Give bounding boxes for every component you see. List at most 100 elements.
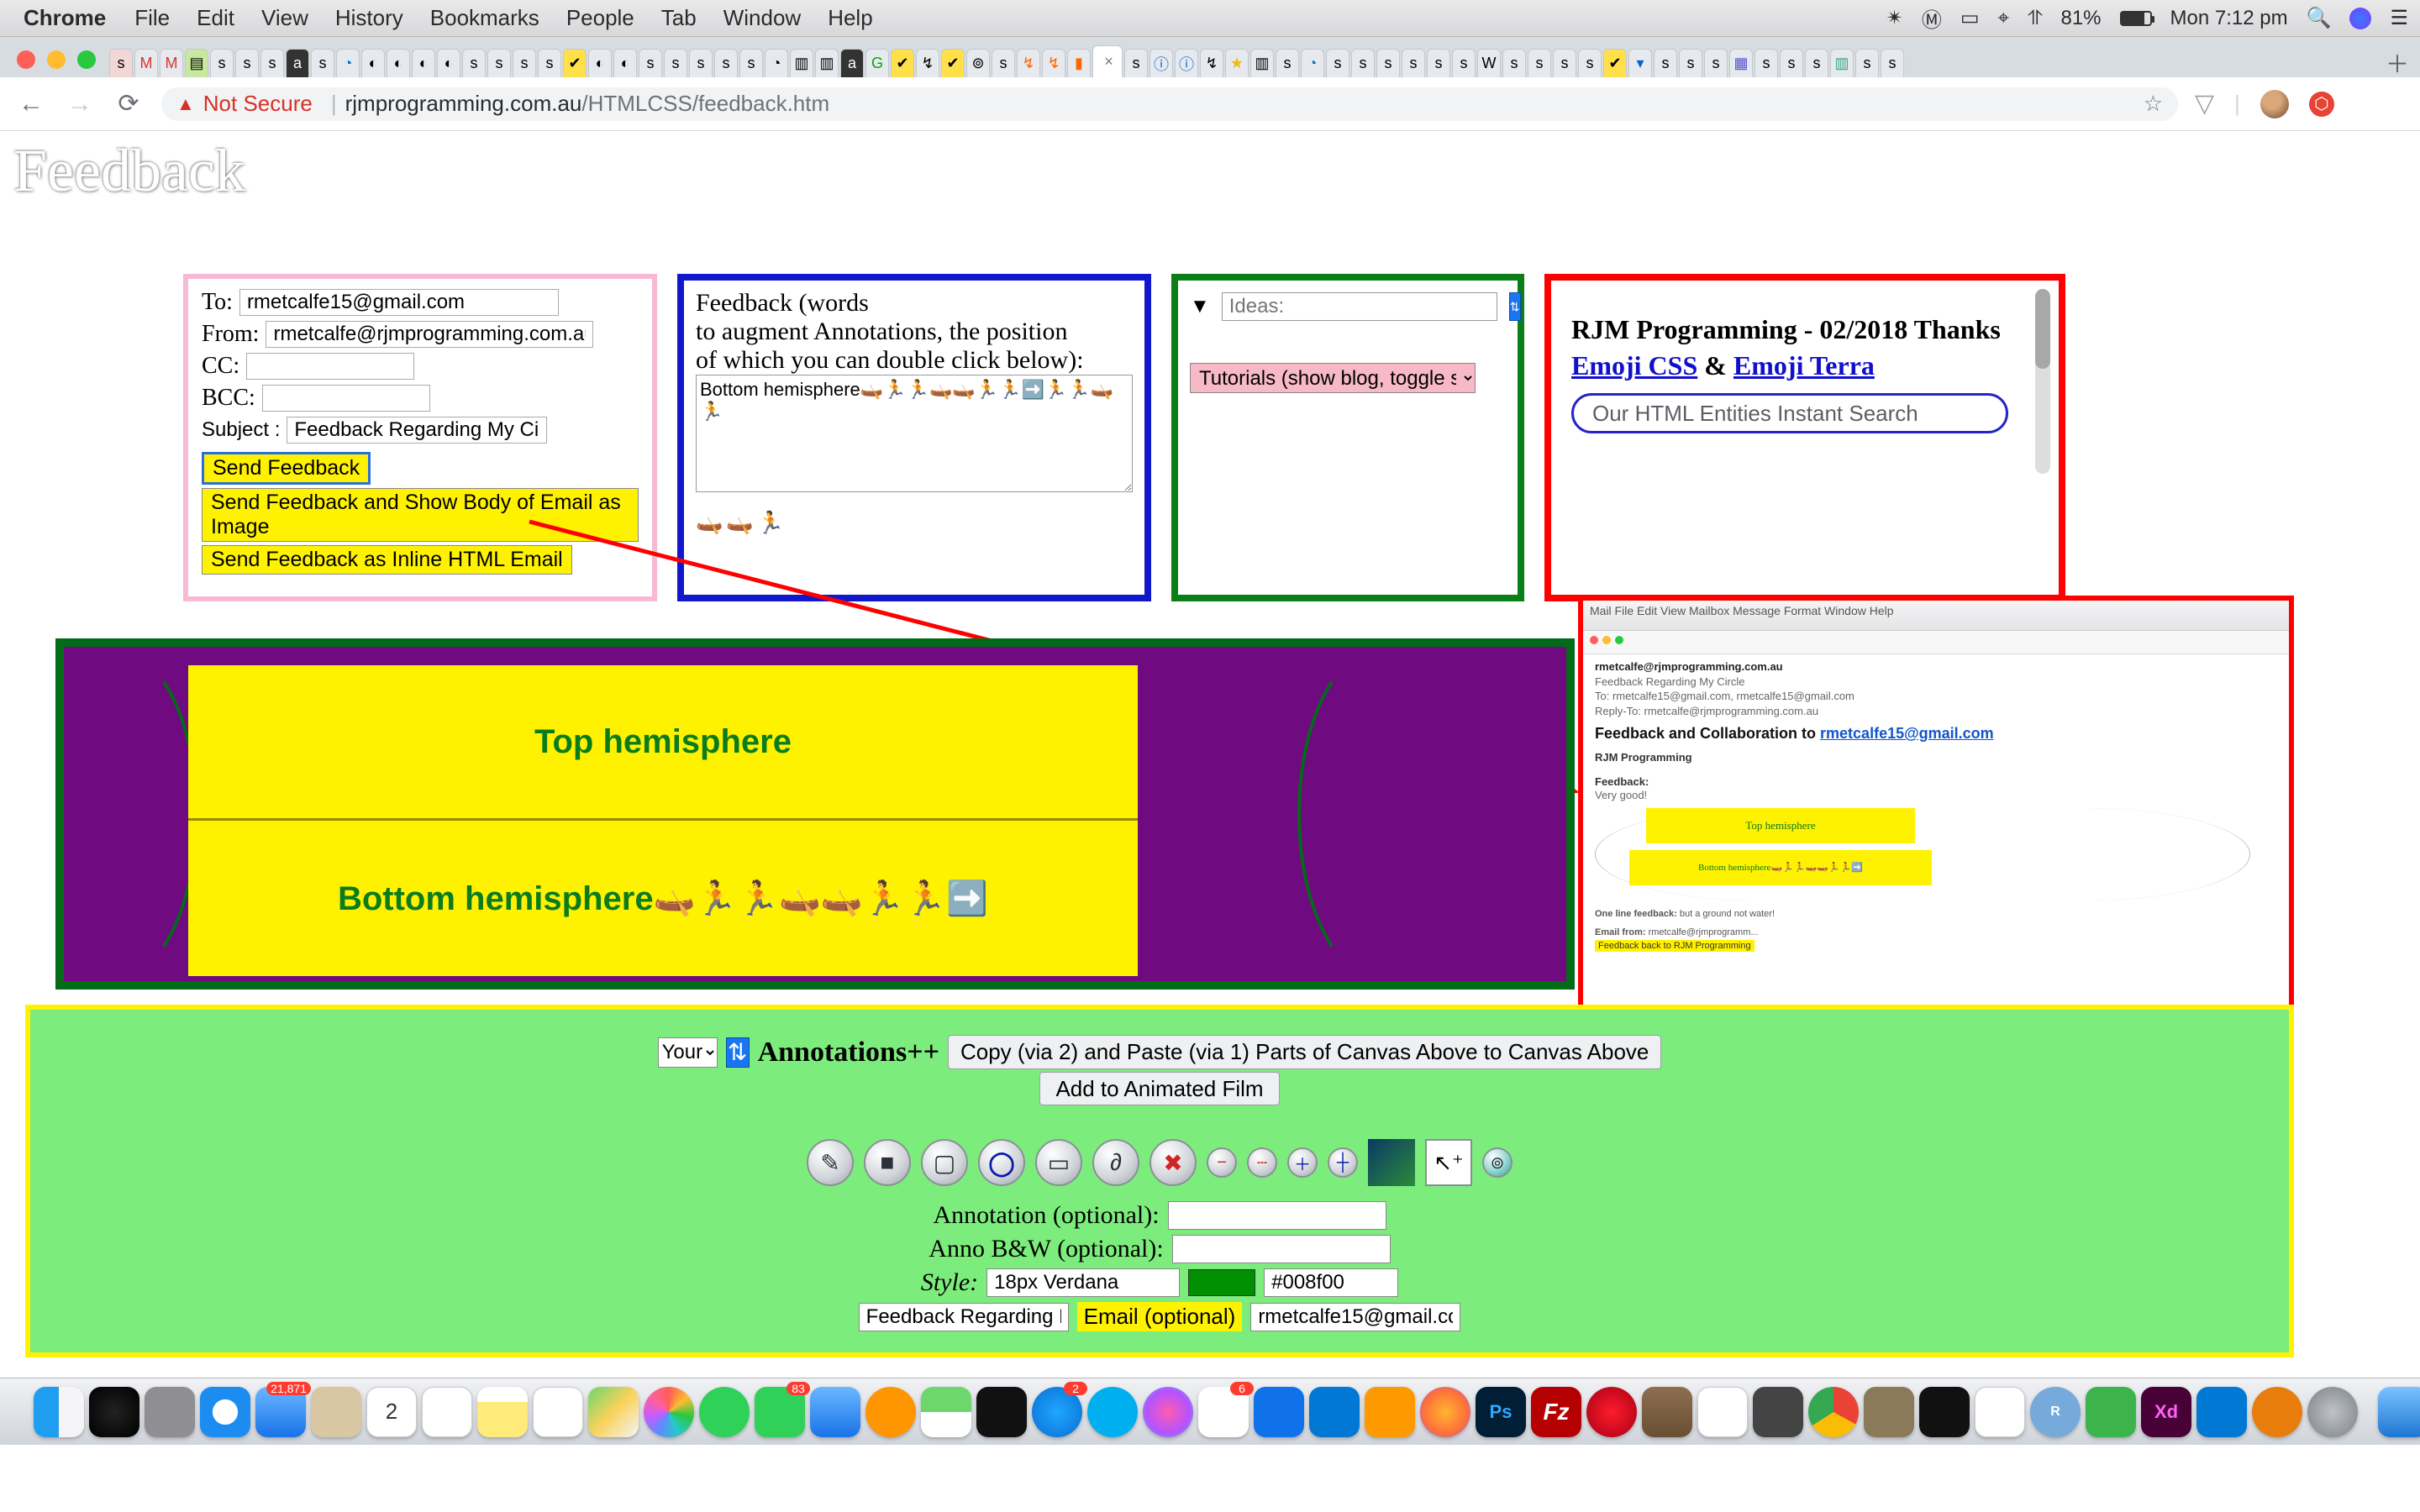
tab[interactable]: s xyxy=(1276,49,1299,77)
tab[interactable]: s xyxy=(1427,49,1450,77)
tab[interactable]: s xyxy=(260,49,284,77)
dock-win-icon[interactable] xyxy=(2196,1387,2247,1437)
square-tool-icon[interactable]: ▢ xyxy=(921,1139,968,1186)
filled-square-tool-icon[interactable]: ■ xyxy=(864,1139,911,1186)
dock-facetime-icon[interactable] xyxy=(755,1387,805,1437)
dock-folder-icon[interactable] xyxy=(1642,1387,1692,1437)
dock-contacts-icon[interactable] xyxy=(311,1387,361,1437)
image-thumbnail-tool[interactable] xyxy=(1368,1139,1415,1186)
dock-messages-icon[interactable] xyxy=(699,1387,750,1437)
ideas-input[interactable] xyxy=(1222,292,1497,321)
tab[interactable]: ◐ xyxy=(437,49,460,77)
collapse-triangle-icon[interactable]: ▼ xyxy=(1190,295,1210,318)
tab[interactable]: s xyxy=(1452,49,1476,77)
plus-dotted-icon[interactable]: ┼ xyxy=(1328,1147,1358,1178)
spotlight-icon[interactable]: 🔍 xyxy=(2307,6,2332,30)
dock-xd-icon[interactable]: Xd xyxy=(2141,1387,2191,1437)
tab[interactable]: s xyxy=(1528,49,1551,77)
color-hex-input[interactable] xyxy=(1264,1268,1398,1297)
annotation-email-input[interactable] xyxy=(1250,1303,1460,1331)
tab[interactable]: s xyxy=(1124,49,1148,77)
dock-xcode-icon[interactable] xyxy=(1254,1387,1304,1437)
subject-input[interactable] xyxy=(287,417,547,444)
tab[interactable]: s xyxy=(1780,49,1803,77)
tab[interactable]: ★ xyxy=(1225,49,1249,77)
tab-close-icon[interactable]: × xyxy=(1104,53,1113,71)
tab[interactable]: s xyxy=(1502,49,1526,77)
tab[interactable]: s xyxy=(1376,49,1400,77)
dock-sysprefs-icon[interactable] xyxy=(2307,1387,2358,1437)
emoji-css-link[interactable]: Emoji CSS xyxy=(1571,350,1697,381)
dock-photos-icon[interactable] xyxy=(644,1387,694,1437)
tab[interactable]: ✔ xyxy=(891,49,914,77)
rounded-rect-tool-icon[interactable]: ▭ xyxy=(1035,1139,1082,1186)
tab-active[interactable]: × xyxy=(1092,45,1123,77)
tab[interactable]: ✔ xyxy=(563,49,587,77)
cc-input[interactable] xyxy=(246,353,414,380)
dock-siri-icon[interactable] xyxy=(89,1387,139,1437)
tab[interactable]: ↯ xyxy=(1200,49,1223,77)
tab[interactable]: s xyxy=(462,49,486,77)
battery-icon[interactable] xyxy=(2120,11,2152,26)
dock-calendar-icon[interactable]: 2 xyxy=(366,1387,417,1437)
dock-screenshot-icon[interactable] xyxy=(533,1387,583,1437)
dock-photoshop-icon[interactable]: Ps xyxy=(1476,1387,1526,1437)
tab[interactable]: s xyxy=(1754,49,1778,77)
menu-help[interactable]: Help xyxy=(828,5,872,31)
dock-mail2-icon[interactable] xyxy=(810,1387,860,1437)
nav-reload-button[interactable]: ⟳ xyxy=(113,89,145,118)
menu-bookmarks[interactable]: Bookmarks xyxy=(430,5,539,31)
clock[interactable]: Mon 7:12 pm xyxy=(2170,7,2288,30)
tab[interactable]: s xyxy=(639,49,662,77)
menubar-icon[interactable]: ✴︎ xyxy=(1886,6,1903,30)
app-name[interactable]: Chrome xyxy=(24,5,106,31)
tab[interactable]: s xyxy=(1881,49,1904,77)
tab[interactable]: ↯ xyxy=(916,49,939,77)
tab[interactable]: s xyxy=(311,49,334,77)
globe-tool-icon[interactable]: ⊚ xyxy=(1482,1147,1512,1178)
tab[interactable]: ▥ xyxy=(815,49,839,77)
ideas-stepper-button[interactable]: ⇅ xyxy=(1509,292,1521,321)
dock-appstore-icon[interactable] xyxy=(1032,1387,1082,1437)
tab[interactable]: s xyxy=(1855,49,1879,77)
tab[interactable]: a xyxy=(840,49,864,77)
minus-red-icon[interactable]: − xyxy=(1207,1147,1237,1178)
tab[interactable]: ⓘ xyxy=(1175,49,1198,77)
dock-reminders-icon[interactable] xyxy=(422,1387,472,1437)
delete-tool-icon[interactable]: ✖ xyxy=(1150,1139,1197,1186)
dock-firefox-icon[interactable] xyxy=(1420,1387,1470,1437)
dock-vscode-icon[interactable] xyxy=(1309,1387,1360,1437)
dock-finder-icon[interactable] xyxy=(34,1387,84,1437)
cursor-tool-icon[interactable]: ↖⁺ xyxy=(1425,1139,1472,1186)
tab[interactable]: s xyxy=(210,49,234,77)
tab[interactable]: ↯ xyxy=(1042,49,1065,77)
dock-gimp-icon[interactable] xyxy=(1864,1387,1914,1437)
tab[interactable]: ↯ xyxy=(1017,49,1040,77)
canvas-panel[interactable]: Top hemisphere Bottom hemisphere🛶🏃🏃🛶🛶🏃🏃➡… xyxy=(55,638,1575,990)
tab[interactable]: ▥ xyxy=(790,49,813,77)
tab[interactable]: s xyxy=(1326,49,1349,77)
tab[interactable]: ◐ xyxy=(613,49,637,77)
menu-history[interactable]: History xyxy=(335,5,403,31)
dock-opera-icon[interactable] xyxy=(1586,1387,1637,1437)
address-bar[interactable]: ▲ Not Secure | rjmprogramming.com.au /HT… xyxy=(161,87,2178,121)
dock-itunes-icon[interactable] xyxy=(1143,1387,1193,1437)
link-tool-icon[interactable]: ∂ xyxy=(1092,1139,1139,1186)
dock-safari-icon[interactable] xyxy=(200,1387,250,1437)
bookmark-star-icon[interactable]: ☆ xyxy=(2144,91,2163,117)
mp-heading-email-link[interactable]: rmetcalfe15@gmail.com xyxy=(1820,725,1994,742)
dock-preview-icon[interactable] xyxy=(1697,1387,1748,1437)
color-swatch[interactable] xyxy=(1188,1269,1255,1296)
dock-maps-icon[interactable] xyxy=(588,1387,639,1437)
tab[interactable]: s xyxy=(1704,49,1728,77)
copy-paste-button[interactable]: Copy (via 2) and Paste (via 1) Parts of … xyxy=(948,1035,1661,1069)
dock-numbers-icon[interactable] xyxy=(921,1387,971,1437)
send-feedback-image-button[interactable]: Send Feedback and Show Body of Email as … xyxy=(202,488,639,542)
style-input[interactable] xyxy=(986,1268,1180,1297)
dock-camtasia-icon[interactable] xyxy=(2086,1387,2136,1437)
add-animated-film-button[interactable]: Add to Animated Film xyxy=(1039,1072,1279,1105)
tab[interactable]: s xyxy=(739,49,763,77)
siri-icon[interactable] xyxy=(2349,8,2371,29)
dock-downloads-icon[interactable] xyxy=(2378,1387,2420,1437)
dock-textedit-icon[interactable] xyxy=(1975,1387,2025,1437)
